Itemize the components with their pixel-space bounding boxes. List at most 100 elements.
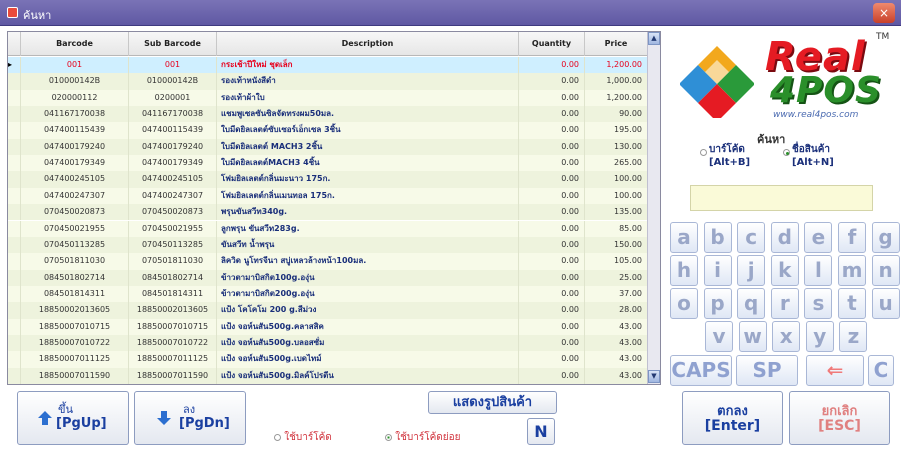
table-row[interactable]: 047400179240 047400179240 ใบมีดยิลเลตต์ MA… xyxy=(8,138,648,156)
table-row[interactable]: 010000142B 010000142B รองเท้าหนังสีดำ 0.00 1… xyxy=(8,73,648,90)
radio-use-barcode[interactable]: ใช้บาร์โค้ด xyxy=(274,431,332,444)
logo-4pos: 4POS xyxy=(770,70,882,111)
cell-description: กระเช้าปีใหม่ ชุดเล็ก xyxy=(217,57,519,74)
table-row[interactable]: 18850007010722 18850007010722 แป้ง จอห์นสั… xyxy=(8,334,648,352)
clear-key[interactable]: C xyxy=(868,355,894,386)
cell-barcode: 18850007011125 xyxy=(21,351,129,368)
cell-sub-barcode: 070501811030 xyxy=(129,253,217,270)
table-row[interactable]: 084501802714 084501802714 ข้าวตามาบิสกิต10… xyxy=(8,269,648,286)
cell-sub-barcode: 18850002013605 xyxy=(129,302,217,319)
key-v[interactable]: v xyxy=(705,321,733,352)
cell-description: แป้ง โคโคโม 200 g.สีม่วง xyxy=(217,302,519,319)
row-marker xyxy=(8,89,21,107)
n-button[interactable]: N xyxy=(527,418,555,445)
key-j[interactable]: j xyxy=(737,255,766,286)
key-s[interactable]: s xyxy=(804,288,833,319)
row-marker xyxy=(8,334,21,352)
key-h[interactable]: h xyxy=(670,255,698,286)
header-quantity[interactable]: Quantity xyxy=(519,32,585,56)
table-row[interactable]: 18850002013605 18850002013605 แป้ง โคโคโม … xyxy=(8,302,648,319)
header-sub-barcode[interactable]: Sub Barcode xyxy=(129,32,217,56)
cancel-button[interactable]: ยกเลิก [ESC] xyxy=(789,391,890,445)
key-d[interactable]: d xyxy=(770,222,799,253)
key-c[interactable]: c xyxy=(737,222,766,253)
table-row[interactable]: 047400247307 047400247307 โฟมยิลเลตต์กลิ่น… xyxy=(8,187,648,205)
close-button[interactable]: × xyxy=(873,3,895,23)
key-f[interactable]: f xyxy=(838,222,866,253)
table-row[interactable]: 070450021955 070450021955 ลูกพรุน ขันสวีท2… xyxy=(8,220,648,237)
key-u[interactable]: u xyxy=(871,288,900,319)
backspace-key[interactable]: ⇐ xyxy=(806,355,864,386)
key-i[interactable]: i xyxy=(703,255,732,286)
key-t[interactable]: t xyxy=(838,288,866,319)
radio-use-sub-barcode[interactable]: ใช้บาร์โค้ดย่อย xyxy=(385,431,460,444)
key-k[interactable]: k xyxy=(770,255,799,286)
table-row[interactable]: 041167170038 041167170038 แชมพูเซลซันซิลจั… xyxy=(8,106,648,123)
table-row[interactable]: 047400115439 047400115439 ใบมีดยิลเลตต์ซับ… xyxy=(8,122,648,139)
show-image-button[interactable]: แสดงรูปสินค้า xyxy=(428,391,557,414)
search-input[interactable] xyxy=(690,185,873,211)
key-o[interactable]: o xyxy=(670,288,698,319)
caps-key[interactable]: CAPS xyxy=(670,355,732,386)
scroll-down-icon[interactable]: ▼ xyxy=(648,370,660,383)
page-down-button[interactable]: ลง [PgDn] xyxy=(134,391,246,445)
title-bar: ค้นหา × xyxy=(0,0,901,26)
key-y[interactable]: y xyxy=(805,321,834,352)
ok-button[interactable]: ตกลง [Enter] xyxy=(682,391,783,445)
page-up-button[interactable]: ขึ้น [PgUp] xyxy=(17,391,129,445)
key-l[interactable]: l xyxy=(804,255,833,286)
key-w[interactable]: w xyxy=(738,321,767,352)
row-marker xyxy=(8,285,21,303)
cell-description: แป้ง จอห์นสัน500g.บลอสซั่ม xyxy=(217,334,519,352)
radio-search-barcode[interactable]: บาร์โค้ด [Alt+B] xyxy=(700,143,750,169)
cell-sub-barcode: 047400245105 xyxy=(129,171,217,188)
grid-scrollbar[interactable]: ▲ ▼ xyxy=(647,32,660,384)
cell-sub-barcode: 18850007011590 xyxy=(129,367,217,384)
key-q[interactable]: q xyxy=(737,288,766,319)
table-row[interactable]: 070450113285 070450113285 ขันสวีท น้ำพรุน 0… xyxy=(8,236,648,254)
key-n[interactable]: n xyxy=(871,255,900,286)
scroll-up-icon[interactable]: ▲ xyxy=(648,32,660,45)
table-row[interactable]: 084501814311 084501814311 ข้าวตามาบิสกิต20… xyxy=(8,285,648,303)
cell-price: 43.00 xyxy=(585,318,648,335)
table-row[interactable]: 047400179349 047400179349 ใบมีดยิลเลตต์MAC… xyxy=(8,155,648,172)
row-marker xyxy=(8,138,21,156)
row-marker xyxy=(8,73,21,90)
cell-sub-barcode: 047400247307 xyxy=(129,187,217,205)
header-description[interactable]: Description xyxy=(217,32,519,56)
table-row[interactable]: 070450020873 070450020873 พรุนขันสวีท340g.… xyxy=(8,204,648,221)
radio-search-name[interactable]: ชื่อสินค้า [Alt+N] xyxy=(783,143,834,169)
table-row[interactable]: 047400245105 047400245105 โฟมยิลเลตต์กลิ่น… xyxy=(8,171,648,188)
cell-price: 130.00 xyxy=(585,138,648,156)
table-row[interactable]: 070501811030 070501811030 ลิควิด นูโทรจีนา… xyxy=(8,253,648,270)
table-row[interactable]: 020000112 0200001 รองเท้าผ้าใบ 0.00 1,200.00 xyxy=(8,89,648,107)
cell-sub-barcode: 041167170038 xyxy=(129,106,217,123)
key-x[interactable]: x xyxy=(772,321,801,352)
key-z[interactable]: z xyxy=(839,321,868,352)
key-g[interactable]: g xyxy=(871,222,900,253)
key-a[interactable]: a xyxy=(670,222,698,253)
table-row[interactable]: ▸ 001 001 กระเช้าปีใหม่ ชุดเล็ก 0.00 1,200.00 xyxy=(8,57,648,74)
radio-search-barcode-key: [Alt+B] xyxy=(709,157,751,168)
radio-search-name-label: ชื่อสินค้า xyxy=(792,144,831,155)
app-icon xyxy=(7,7,18,18)
product-grid[interactable]: Barcode Sub Barcode Description Quantity… xyxy=(7,31,661,385)
logo-url: www.real4pos.com xyxy=(773,110,859,120)
header-barcode[interactable]: Barcode xyxy=(21,32,129,56)
key-m[interactable]: m xyxy=(838,255,866,286)
space-key[interactable]: SP xyxy=(736,355,798,386)
key-r[interactable]: r xyxy=(770,288,799,319)
key-p[interactable]: p xyxy=(703,288,732,319)
table-row[interactable]: 18850007011125 18850007011125 แป้ง จอห์นสั… xyxy=(8,351,648,368)
radio-use-sub-barcode-label: ใช้บาร์โค้ดย่อย xyxy=(395,432,461,443)
key-b[interactable]: b xyxy=(703,222,732,253)
row-marker xyxy=(8,106,21,123)
cell-price: 90.00 xyxy=(585,106,648,123)
table-row[interactable]: 18850007011590 18850007011590 แป้ง จอห์นสั… xyxy=(8,367,648,384)
table-row[interactable]: 18850007010715 18850007010715 แป้ง จอห์นสั… xyxy=(8,318,648,335)
key-e[interactable]: e xyxy=(804,222,833,253)
row-marker xyxy=(8,236,21,254)
header-price[interactable]: Price xyxy=(585,32,648,56)
row-marker xyxy=(8,367,21,384)
cell-sub-barcode: 001 xyxy=(129,57,217,74)
